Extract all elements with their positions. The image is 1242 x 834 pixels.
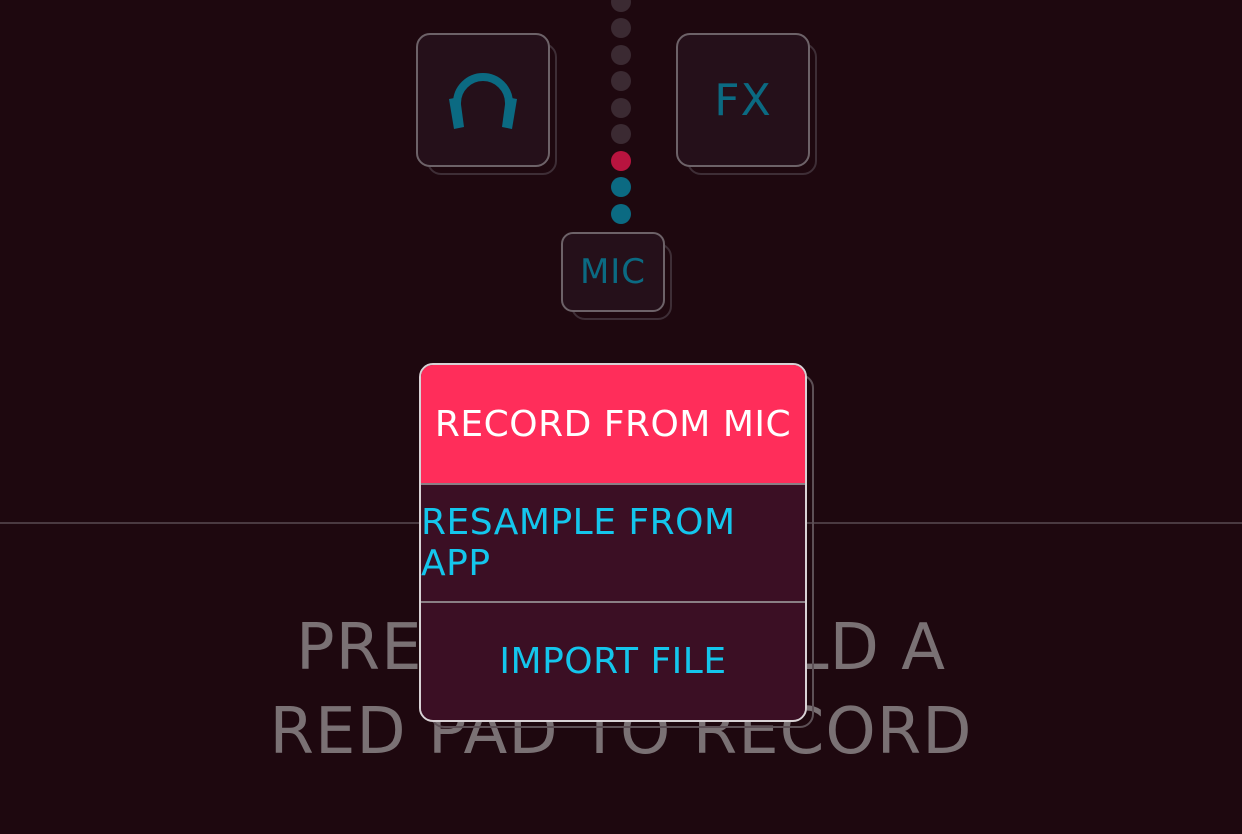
level-meter-dot xyxy=(611,0,631,12)
menu-item-record-from-mic[interactable]: RECORD FROM MIC xyxy=(421,365,805,483)
level-meter-dot xyxy=(611,97,631,118)
mic-label: MIC xyxy=(579,252,647,292)
level-meter-dot xyxy=(611,44,631,65)
fx-label: FX xyxy=(714,74,772,126)
menu-item-resample-from-app[interactable]: RESAMPLE FROM APP xyxy=(421,483,805,601)
level-meter-dot xyxy=(611,18,631,38)
headphones-icon xyxy=(445,65,521,135)
level-meter-dot xyxy=(611,177,631,197)
level-meter-dot xyxy=(611,150,631,171)
record-source-menu: RECORD FROM MIC RESAMPLE FROM APP IMPORT… xyxy=(419,363,807,722)
level-meter-dot xyxy=(611,203,631,224)
menu-item-import-file[interactable]: IMPORT FILE xyxy=(421,601,805,719)
fx-button[interactable]: FX xyxy=(676,33,810,167)
level-meter-dot xyxy=(611,124,631,144)
mic-button[interactable]: MIC xyxy=(561,232,665,312)
level-meter-dot xyxy=(611,71,631,91)
headphones-button[interactable] xyxy=(416,33,550,167)
